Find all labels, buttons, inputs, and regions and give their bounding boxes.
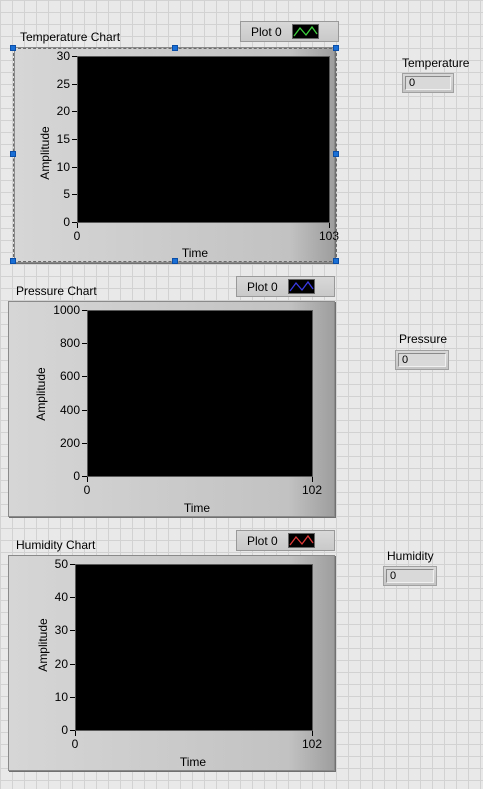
pressure-chart-legend[interactable]: Plot 0 — [236, 276, 335, 297]
y-tick-label: 0 — [73, 469, 80, 483]
y-tick-label: 30 — [54, 623, 68, 638]
x-tick-mark — [312, 731, 313, 736]
humidity-plot-area[interactable] — [75, 564, 313, 731]
y-tick-mark — [72, 139, 77, 140]
temperature-chart-legend[interactable]: Plot 0 — [240, 21, 339, 42]
x-tick-label: 0 — [73, 229, 81, 243]
temperature-chart-frame[interactable]: Amplitude Time 30 25 20 15 10 5 0 0 103 — [14, 47, 339, 263]
temperature-plot-area[interactable] — [77, 56, 330, 223]
y-tick-mark — [72, 83, 77, 85]
y-tick-mark — [72, 56, 77, 57]
y-tick-mark — [72, 166, 77, 168]
resize-handle-nw[interactable] — [10, 45, 16, 51]
resize-handle-e[interactable] — [333, 151, 339, 157]
legend-plot-name: Plot 0 — [251, 24, 282, 39]
x-tick-mark — [75, 731, 76, 736]
y-tick-label: 40 — [54, 590, 68, 605]
y-tick-mark — [82, 310, 87, 311]
pressure-indicator: 0 — [395, 350, 449, 370]
resize-handle-se[interactable] — [333, 258, 339, 264]
y-tick-label: 30 — [56, 49, 70, 63]
resize-handle-w[interactable] — [10, 151, 16, 157]
y-tick-label: 20 — [54, 656, 68, 671]
x-axis-title: Time — [183, 501, 211, 515]
humidity-chart-frame[interactable]: Amplitude Time 50 40 30 20 10 0 0 102 — [8, 555, 335, 771]
y-axis-title: Amplitude — [38, 126, 52, 180]
plot-line-swatch-icon[interactable] — [288, 279, 315, 294]
plot-line-swatch-icon[interactable] — [288, 533, 315, 548]
y-tick-label: 400 — [59, 402, 80, 417]
x-tick-mark — [329, 223, 330, 228]
legend-plot-name: Plot 0 — [247, 533, 278, 548]
x-tick-mark — [312, 477, 313, 482]
y-tick-label: 600 — [59, 369, 80, 384]
humidity-chart-legend[interactable]: Plot 0 — [236, 530, 335, 551]
y-tick-mark — [70, 564, 75, 565]
legend-plot-name: Plot 0 — [247, 279, 278, 294]
y-tick-mark — [82, 442, 87, 444]
y-tick-mark — [82, 376, 87, 378]
y-tick-label: 10 — [56, 159, 70, 174]
y-tick-label: 0 — [63, 215, 70, 229]
humidity-indicator: 0 — [383, 566, 437, 586]
y-tick-mark — [70, 630, 75, 632]
pressure-chart-label: Pressure Chart — [16, 284, 97, 298]
plot-line-swatch-icon[interactable] — [292, 24, 319, 39]
pressure-indicator-value: 0 — [398, 353, 446, 367]
resize-handle-sw[interactable] — [10, 258, 16, 264]
y-tick-label: 50 — [54, 557, 68, 571]
y-tick-mark — [70, 696, 75, 698]
x-tick-label: 0 — [83, 483, 91, 497]
temperature-indicator-label: Temperature — [402, 56, 470, 70]
pressure-chart-frame[interactable]: Amplitude Time 1000 800 600 400 200 0 0 102 — [8, 301, 335, 517]
x-axis-title: Time — [179, 755, 207, 769]
x-tick-mark — [77, 223, 78, 228]
x-tick-label: 102 — [301, 483, 323, 497]
y-axis-title: Amplitude — [36, 618, 50, 672]
y-tick-mark — [72, 194, 77, 196]
resize-handle-ne[interactable] — [333, 45, 339, 51]
humidity-indicator-label: Humidity — [387, 549, 434, 563]
x-tick-label: 102 — [301, 737, 323, 751]
x-tick-label: 0 — [71, 737, 79, 751]
humidity-indicator-value: 0 — [386, 569, 434, 583]
y-tick-label: 10 — [54, 689, 68, 704]
y-tick-label: 1000 — [53, 303, 80, 317]
y-tick-mark — [70, 597, 75, 599]
temperature-indicator-value: 0 — [405, 76, 451, 90]
y-axis-title: Amplitude — [34, 367, 48, 421]
y-tick-mark — [82, 409, 87, 411]
x-axis-title: Time — [181, 246, 209, 260]
y-tick-mark — [70, 663, 75, 665]
x-tick-label: 103 — [318, 229, 340, 243]
y-tick-label: 20 — [56, 104, 70, 119]
y-tick-label: 200 — [59, 435, 80, 450]
temperature-chart-label: Temperature Chart — [20, 30, 121, 44]
pressure-plot-area[interactable] — [87, 310, 313, 477]
y-tick-label: 15 — [56, 132, 70, 146]
y-tick-label: 800 — [59, 336, 80, 351]
y-tick-label: 5 — [63, 187, 70, 202]
y-tick-mark — [82, 343, 87, 345]
x-tick-mark — [87, 477, 88, 482]
y-tick-label: 0 — [61, 723, 68, 737]
resize-handle-n[interactable] — [172, 45, 178, 51]
temperature-indicator: 0 — [402, 73, 454, 93]
humidity-chart-label: Humidity Chart — [16, 538, 96, 552]
y-tick-label: 25 — [56, 76, 70, 91]
resize-handle-s[interactable] — [172, 258, 178, 264]
pressure-indicator-label: Pressure — [399, 332, 448, 346]
y-tick-mark — [72, 111, 77, 113]
